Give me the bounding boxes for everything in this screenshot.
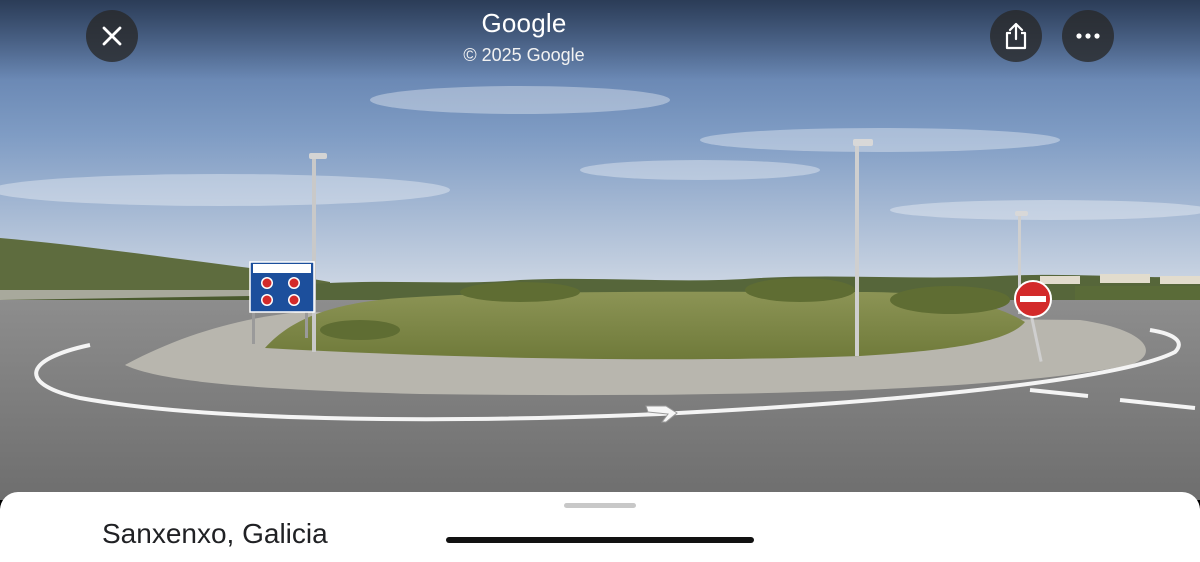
place-name: Sanxenxo, Galicia <box>102 518 328 549</box>
home-indicator[interactable] <box>446 537 754 543</box>
sheet-drag-handle[interactable] <box>564 503 636 508</box>
copyright-text: © 2025 Google <box>463 45 585 65</box>
bottom-sheet[interactable]: Sanxenxo, Galicia <box>0 492 1200 562</box>
share-icon <box>1005 22 1027 50</box>
street-view-panorama[interactable] <box>0 0 1200 554</box>
share-button[interactable] <box>990 10 1042 62</box>
page-title: Google <box>481 8 567 38</box>
more-options-button[interactable] <box>1062 10 1114 62</box>
more-horizontal-icon <box>1076 33 1100 39</box>
